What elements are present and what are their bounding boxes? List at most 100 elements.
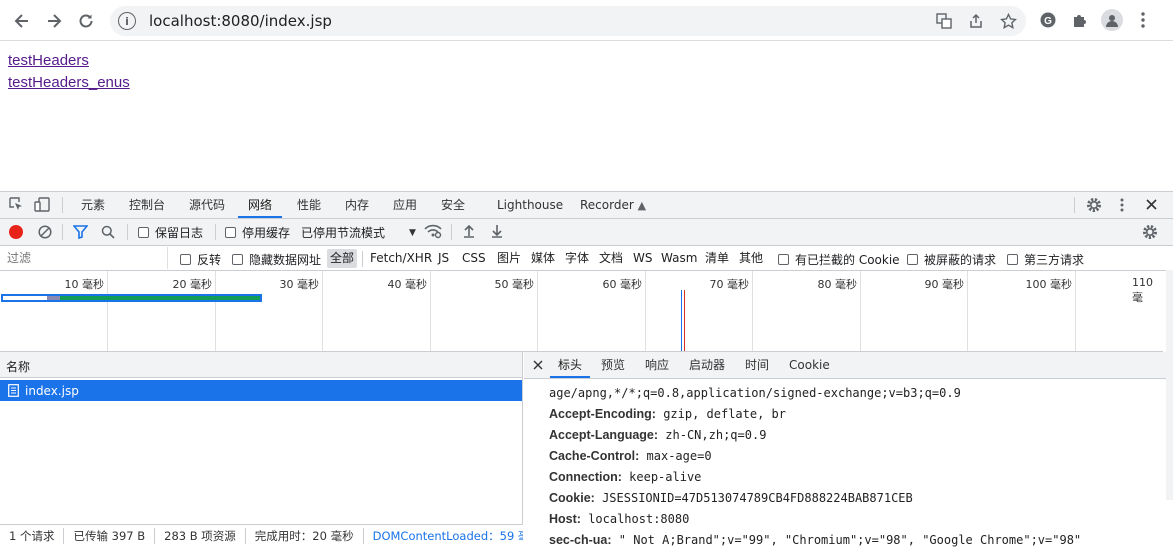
invert-checkbox[interactable]: 反转: [180, 251, 221, 268]
timeline-request-bar: [1, 294, 262, 302]
settings-gear-icon[interactable]: [1086, 197, 1102, 216]
third-party-checkbox[interactable]: 第三方请求: [1007, 251, 1084, 268]
filter-type-other[interactable]: 其他: [739, 249, 763, 268]
checkbox-box[interactable]: [778, 254, 789, 265]
blocked-cookies-checkbox[interactable]: 有已拦截的 Cookie: [778, 251, 900, 268]
tab-lighthouse[interactable]: Lighthouse: [497, 192, 563, 218]
network-toolbar: 保留日志 停用缓存 已停用节流模式 ▼: [0, 219, 1173, 246]
header-name: Connection:: [549, 470, 622, 484]
link-testheaders[interactable]: testHeaders: [8, 50, 130, 72]
blocked-requests-checkbox[interactable]: 被屏蔽的请求: [907, 251, 996, 268]
network-conditions-wifi-icon[interactable]: [424, 223, 442, 242]
tab-cookies[interactable]: Cookie: [789, 352, 830, 378]
tab-performance[interactable]: 性能: [297, 192, 321, 218]
name-column-header[interactable]: 名称: [0, 352, 522, 378]
checkbox-box[interactable]: [1007, 254, 1018, 265]
detail-tabbar: 标头 预览 响应 启动器 时间 Cookie: [524, 352, 1166, 379]
filter-funnel-icon[interactable]: [72, 225, 89, 242]
timeline-overview[interactable]: 10 毫秒 20 毫秒 30 毫秒 40 毫秒 50 毫秒 60 毫秒 70 毫…: [0, 271, 1163, 352]
filter-input[interactable]: [0, 247, 168, 269]
device-toolbar-icon[interactable]: [34, 197, 50, 215]
divider: [362, 251, 363, 267]
divider: [62, 197, 63, 213]
link-testheaders-enus[interactable]: testHeaders_enus: [8, 72, 130, 94]
filter-type-img[interactable]: 图片: [497, 249, 521, 268]
filter-type-css[interactable]: CSS: [462, 249, 486, 268]
request-name: index.jsp: [25, 383, 79, 398]
extension-shield-icon[interactable]: G: [1039, 11, 1057, 29]
header-name: Cookie:: [549, 491, 595, 505]
export-har-icon[interactable]: [491, 224, 503, 241]
reload-icon[interactable]: [74, 9, 98, 33]
tick-label: 30 毫秒: [279, 278, 320, 291]
back-icon[interactable]: [10, 9, 34, 33]
disable-cache-label: 停用缓存: [242, 226, 291, 240]
checkbox-box[interactable]: [907, 254, 918, 265]
forward-icon[interactable]: [42, 9, 66, 33]
tab-application[interactable]: 应用: [393, 192, 417, 218]
more-options-icon[interactable]: [1120, 198, 1124, 215]
checkbox-box[interactable]: [180, 254, 191, 265]
extensions-puzzle-icon[interactable]: [1071, 11, 1089, 29]
preserve-log-checkbox[interactable]: 保留日志: [138, 224, 203, 241]
tab-preview[interactable]: 预览: [601, 352, 625, 378]
search-icon[interactable]: [101, 225, 115, 242]
filter-type-manifest[interactable]: 清单: [705, 249, 729, 268]
tab-console[interactable]: 控制台: [129, 192, 165, 218]
status-bar: 1 个请求 已传输 397 B 283 B 项资源 完成用时：20 毫秒 DOM…: [0, 524, 523, 547]
inspect-element-icon[interactable]: [9, 197, 24, 215]
checkbox-box[interactable]: [138, 227, 149, 238]
request-row[interactable]: index.jsp: [0, 380, 522, 401]
filter-type-wasm[interactable]: Wasm: [661, 249, 697, 268]
tab-sources[interactable]: 源代码: [189, 192, 225, 218]
tab-timing[interactable]: 时间: [745, 352, 769, 378]
site-info-icon[interactable]: i: [118, 12, 136, 30]
profile-avatar-icon[interactable]: [1101, 9, 1123, 31]
share-icon[interactable]: [967, 12, 985, 30]
invert-label: 反转: [197, 253, 222, 267]
request-detail-pane: 标头 预览 响应 启动器 时间 Cookie ‾ ‾ ‾ age/apng,*/…: [524, 352, 1166, 547]
checkbox-box[interactable]: [225, 227, 236, 238]
hide-data-urls-label: 隐藏数据网址: [249, 253, 322, 267]
filter-type-doc[interactable]: 文档: [599, 249, 623, 268]
tab-elements[interactable]: 元素: [81, 192, 105, 218]
filter-type-all[interactable]: 全部: [327, 249, 358, 268]
header-name: Host:: [549, 512, 581, 526]
tab-network[interactable]: 网络: [238, 192, 283, 218]
record-icon[interactable]: [9, 225, 23, 239]
address-bar[interactable]: i localhost:8080/index.jsp: [110, 6, 1026, 36]
bookmark-star-icon[interactable]: [999, 12, 1017, 30]
status-finish-time: 完成用时：20 毫秒: [246, 528, 364, 544]
preserve-log-label: 保留日志: [155, 226, 204, 240]
translate-icon[interactable]: [935, 12, 953, 30]
network-settings-gear-icon[interactable]: [1142, 224, 1158, 243]
throttling-value: 已停用节流模式: [301, 226, 386, 240]
disable-cache-checkbox[interactable]: 停用缓存: [225, 224, 290, 241]
close-detail-icon[interactable]: [533, 359, 543, 373]
filter-type-fetch-xhr[interactable]: Fetch/XHR: [370, 249, 432, 268]
requests-pane: 名称 index.jsp 1 个请求 已传输 397 B 283 B 项资源 完…: [0, 352, 523, 547]
hide-data-urls-checkbox[interactable]: 隐藏数据网址: [232, 251, 321, 268]
clear-icon[interactable]: [38, 225, 52, 242]
dropdown-arrow-icon: ▼: [409, 227, 416, 238]
filter-type-ws[interactable]: WS: [633, 249, 652, 268]
tick-line: [537, 271, 538, 351]
checkbox-box[interactable]: [232, 254, 243, 265]
filter-type-font[interactable]: 字体: [565, 249, 589, 268]
filter-type-js[interactable]: JS: [438, 249, 449, 268]
tick-label: 90 毫秒: [924, 278, 965, 291]
tab-initiator[interactable]: 启动器: [689, 352, 725, 378]
import-har-icon[interactable]: [463, 224, 475, 241]
tab-recorder[interactable]: Recorder ▲: [580, 192, 646, 218]
page-content: testHeaders testHeaders_enus: [8, 50, 130, 94]
filter-type-media[interactable]: 媒体: [531, 249, 555, 268]
tab-response[interactable]: 响应: [645, 352, 669, 378]
close-devtools-icon[interactable]: [1145, 198, 1158, 214]
throttling-select[interactable]: 已停用节流模式 ▼: [301, 224, 416, 241]
tab-memory[interactable]: 内存: [345, 192, 369, 218]
browser-menu-icon[interactable]: [1134, 11, 1152, 29]
header-value: JSESSIONID=47D513074789CB4FD888224BAB871…: [602, 491, 913, 505]
window-scrollbar[interactable]: [1166, 270, 1173, 500]
tab-headers[interactable]: 标头: [550, 352, 591, 378]
tab-security[interactable]: 安全: [441, 192, 465, 218]
